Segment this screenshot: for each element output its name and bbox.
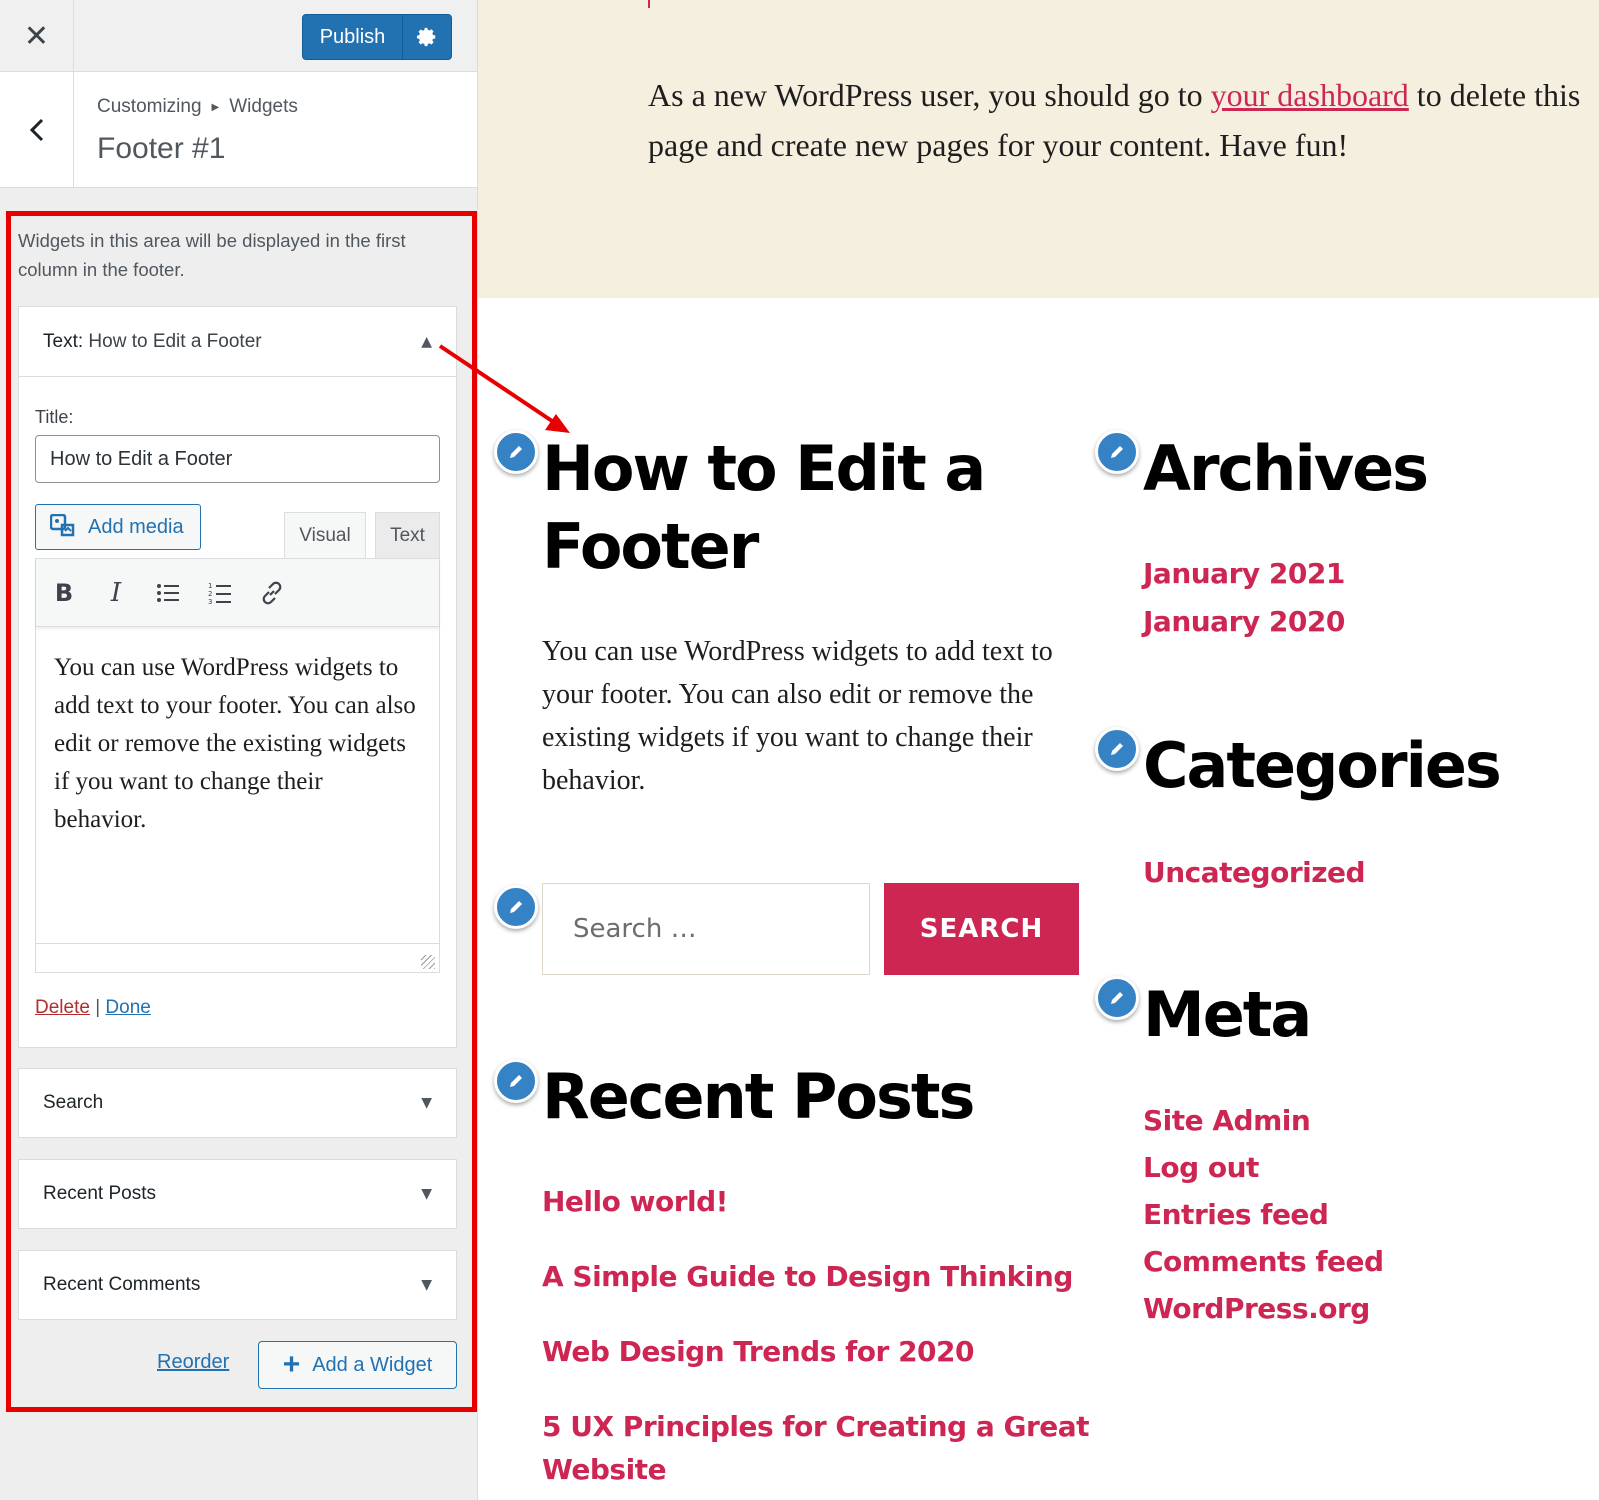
- publish-button-group: Publish: [302, 14, 452, 60]
- close-icon[interactable]: ✕: [0, 0, 74, 72]
- search-input[interactable]: Search …: [542, 883, 870, 975]
- section-title: Footer #1: [97, 132, 226, 165]
- meta-title: Meta: [1143, 978, 1312, 1051]
- highlight-box: [6, 211, 477, 1412]
- archive-link[interactable]: January 2020: [1143, 605, 1345, 638]
- categories-title: Categories: [1143, 729, 1502, 802]
- edit-pencil-icon[interactable]: [494, 885, 538, 929]
- decorative-line: [648, 0, 650, 8]
- breadcrumb: Customizing ▶ Widgets: [97, 96, 298, 118]
- edit-pencil-icon[interactable]: [1095, 976, 1139, 1020]
- archives-title: Archives: [1143, 432, 1429, 505]
- meta-link[interactable]: Comments feed: [1143, 1245, 1384, 1278]
- edit-pencil-icon[interactable]: [494, 430, 538, 474]
- footer-widget-title: How to Edit a Footer: [542, 430, 986, 586]
- footer-widget-text: You can use WordPress widgets to add tex…: [542, 636, 1053, 796]
- gear-icon[interactable]: [403, 15, 451, 59]
- search-button[interactable]: SEARCH: [884, 883, 1079, 975]
- section-header: Customizing ▶ Widgets Footer #1: [0, 72, 477, 188]
- breadcrumb-widgets: Widgets: [229, 96, 298, 117]
- edit-pencil-icon[interactable]: [1095, 430, 1139, 474]
- page-content-area: As a new WordPress user, you should go t…: [478, 0, 1599, 298]
- publish-button[interactable]: Publish: [303, 15, 403, 59]
- customizer-sidebar: ✕ Publish Customizing ▶ Widgets Footer #…: [0, 0, 478, 1500]
- back-button[interactable]: [0, 72, 74, 188]
- recent-post-link-continued[interactable]: Website: [542, 1453, 667, 1486]
- customizer-header: ✕ Publish: [0, 0, 477, 72]
- meta-link[interactable]: Entries feed: [1143, 1198, 1329, 1231]
- intro-paragraph: As a new WordPress user, you should go t…: [648, 70, 1588, 170]
- category-link[interactable]: Uncategorized: [1143, 856, 1366, 889]
- edit-pencil-icon[interactable]: [494, 1059, 538, 1103]
- breadcrumb-customizing: Customizing: [97, 96, 202, 117]
- recent-post-link[interactable]: Hello world!: [542, 1185, 728, 1218]
- recent-posts-title: Recent Posts: [542, 1060, 975, 1133]
- footer-widget-title-line2: Footer: [542, 510, 759, 583]
- breadcrumb-separator-icon: ▶: [211, 101, 220, 113]
- chevron-left-icon: [29, 118, 43, 142]
- recent-post-link[interactable]: A Simple Guide to Design Thinking: [542, 1260, 1073, 1293]
- footer-widget-title-line1: How to Edit a: [542, 432, 986, 505]
- archive-link[interactable]: January 2021: [1143, 557, 1345, 590]
- site-preview: As a new WordPress user, you should go t…: [478, 0, 1599, 1500]
- intro-text-before: As a new WordPress user, you should go t…: [648, 77, 1211, 113]
- edit-pencil-icon[interactable]: [1095, 727, 1139, 771]
- meta-link[interactable]: Log out: [1143, 1151, 1259, 1184]
- recent-post-link[interactable]: Web Design Trends for 2020: [542, 1335, 975, 1368]
- meta-link[interactable]: Site Admin: [1143, 1104, 1311, 1137]
- recent-post-link[interactable]: 5 UX Principles for Creating a Great: [542, 1410, 1090, 1443]
- meta-link[interactable]: WordPress.org: [1143, 1292, 1370, 1325]
- dashboard-link[interactable]: your dashboard: [1211, 77, 1409, 113]
